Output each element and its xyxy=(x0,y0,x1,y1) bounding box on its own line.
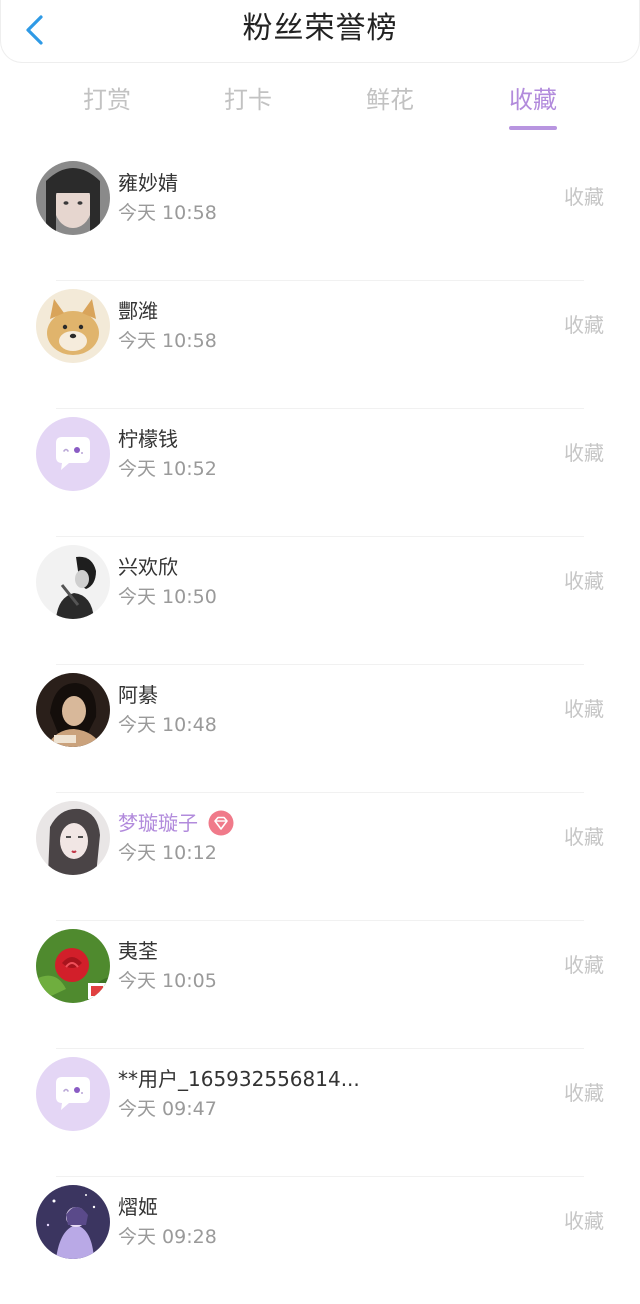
tab-bar: 打赏 打卡 鲜花 收藏 xyxy=(0,80,640,134)
favorite-label: 收藏 xyxy=(564,825,604,849)
user-name: 夷荃 xyxy=(118,939,158,963)
row-divider xyxy=(56,920,584,921)
user-time: 今天 10:50 xyxy=(118,586,217,608)
diamond-badge-icon xyxy=(208,810,234,836)
active-tab-indicator xyxy=(509,126,557,130)
purple-night-avatar xyxy=(36,1185,110,1259)
favorite-label: 收藏 xyxy=(564,1209,604,1233)
user-name: 熠姬 xyxy=(118,1195,158,1219)
bw-photo-avatar xyxy=(36,545,110,619)
user-time: 今天 10:05 xyxy=(118,970,217,992)
row-divider xyxy=(56,280,584,281)
row-divider xyxy=(56,664,584,665)
page-title: 粉丝荣誉榜 xyxy=(242,11,398,46)
fan-list: 雍妙婧 今天 10:58 收藏 酆潍 今天 10:58 收藏 柠檬钱 今天 10… xyxy=(0,152,640,1304)
favorite-label: 收藏 xyxy=(564,569,604,593)
default-chat-avatar xyxy=(36,1057,110,1131)
default-chat-avatar xyxy=(36,417,110,491)
user-name: 酆潍 xyxy=(118,299,158,323)
row-divider xyxy=(56,1048,584,1049)
user-name: 雍妙婧 xyxy=(118,171,178,195)
list-item[interactable]: 雍妙婧 今天 10:58 收藏 xyxy=(0,152,640,280)
user-time: 今天 09:47 xyxy=(118,1098,217,1120)
tab-tip[interactable]: 打赏 xyxy=(37,80,177,120)
tab-flowers[interactable]: 鲜花 xyxy=(320,80,460,120)
user-name: 兴欢欣 xyxy=(118,555,178,579)
favorite-label: 收藏 xyxy=(564,313,604,337)
row-divider xyxy=(56,792,584,793)
list-item[interactable]: 阿綦 今天 10:48 收藏 xyxy=(0,664,640,792)
row-divider xyxy=(56,1176,584,1177)
favorite-label: 收藏 xyxy=(564,1081,604,1105)
top-bar: 粉丝荣誉榜 xyxy=(0,0,640,63)
user-time: 今天 09:28 xyxy=(118,1226,217,1248)
list-item[interactable]: 梦璇璇子 今天 10:12 收藏 xyxy=(0,792,640,920)
tab-checkin[interactable]: 打卡 xyxy=(178,80,318,120)
user-name: 梦璇璇子 xyxy=(118,811,198,835)
list-item[interactable]: 酆潍 今天 10:58 收藏 xyxy=(0,280,640,408)
list-item[interactable]: 熠姬 今天 09:28 收藏 xyxy=(0,1176,640,1304)
user-name: 阿綦 xyxy=(118,683,158,707)
user-time: 今天 10:48 xyxy=(118,714,217,736)
row-divider xyxy=(56,536,584,537)
photo-girl-avatar xyxy=(36,161,110,235)
dark-portrait-avatar xyxy=(36,673,110,747)
red-rose-avatar xyxy=(36,929,110,1003)
favorite-label: 收藏 xyxy=(564,441,604,465)
favorite-label: 收藏 xyxy=(564,953,604,977)
list-item[interactable]: **用户_165932556814... 今天 09:47 收藏 xyxy=(0,1048,640,1176)
user-name: 柠檬钱 xyxy=(118,427,178,451)
user-time: 今天 10:12 xyxy=(118,842,217,864)
user-name: **用户_165932556814... xyxy=(118,1067,360,1091)
favorite-label: 收藏 xyxy=(564,185,604,209)
list-item[interactable]: 夷荃 今天 10:05 收藏 xyxy=(0,920,640,1048)
tab-favorites[interactable]: 收藏 xyxy=(463,80,603,130)
sketch-girl-avatar xyxy=(36,801,110,875)
row-divider xyxy=(56,408,584,409)
list-item[interactable]: 兴欢欣 今天 10:50 收藏 xyxy=(0,536,640,664)
tab-favorites-label: 收藏 xyxy=(509,86,557,114)
shiba-dog-avatar xyxy=(36,289,110,363)
user-time: 今天 10:58 xyxy=(118,202,217,224)
user-time: 今天 10:52 xyxy=(118,458,217,480)
user-time: 今天 10:58 xyxy=(118,330,217,352)
list-item[interactable]: 柠檬钱 今天 10:52 收藏 xyxy=(0,408,640,536)
favorite-label: 收藏 xyxy=(564,697,604,721)
